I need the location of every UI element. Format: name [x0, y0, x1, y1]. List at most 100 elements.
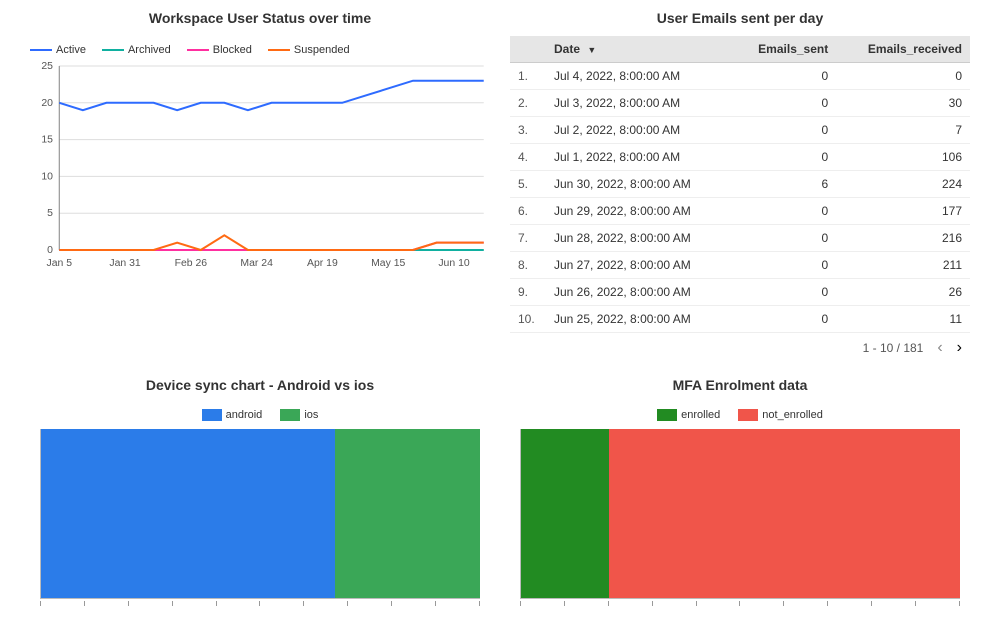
swatch-enrolled [657, 409, 677, 421]
row-recv: 30 [836, 90, 970, 117]
legend-enrolled[interactable]: enrolled [657, 409, 720, 421]
row-date: Jun 25, 2022, 8:00:00 AM [546, 306, 732, 333]
svg-text:Mar 24: Mar 24 [240, 258, 273, 269]
row-date: Jul 3, 2022, 8:00:00 AM [546, 90, 732, 117]
row-index: 10. [510, 306, 546, 333]
svg-text:Jun 10: Jun 10 [438, 258, 470, 269]
segment-android[interactable] [41, 429, 335, 598]
table-row[interactable]: 3.Jul 2, 2022, 8:00:00 AM07 [510, 117, 970, 144]
row-index: 9. [510, 279, 546, 306]
row-recv: 211 [836, 252, 970, 279]
mfa-chart[interactable] [510, 429, 970, 629]
row-index: 6. [510, 198, 546, 225]
mfa-legend: enrolled not_enrolled [510, 409, 970, 421]
row-index: 3. [510, 117, 546, 144]
line-chart[interactable]: 0510152025Jan 5Jan 31Feb 26Mar 24Apr 19M… [30, 60, 490, 270]
panel-user-status: Workspace User Status over time Active A… [30, 10, 490, 357]
svg-text:20: 20 [41, 98, 53, 109]
legend-suspended[interactable]: Suspended [268, 44, 350, 56]
device-legend: android ios [30, 409, 490, 421]
svg-text:15: 15 [41, 135, 53, 146]
swatch-android [202, 409, 222, 421]
panel-title: MFA Enrolment data [510, 377, 970, 393]
legend-label: not_enrolled [762, 409, 823, 421]
row-recv: 11 [836, 306, 970, 333]
row-index: 2. [510, 90, 546, 117]
row-recv: 7 [836, 117, 970, 144]
table-row[interactable]: 4.Jul 1, 2022, 8:00:00 AM0106 [510, 144, 970, 171]
segment-enrolled[interactable] [521, 429, 609, 598]
row-sent: 0 [732, 198, 837, 225]
svg-text:0: 0 [47, 245, 53, 256]
row-recv: 26 [836, 279, 970, 306]
row-index: 8. [510, 252, 546, 279]
row-date: Jun 27, 2022, 8:00:00 AM [546, 252, 732, 279]
row-index: 4. [510, 144, 546, 171]
swatch-archived [102, 49, 124, 51]
swatch-ios [280, 409, 300, 421]
row-date: Jul 1, 2022, 8:00:00 AM [546, 144, 732, 171]
legend-blocked[interactable]: Blocked [187, 44, 252, 56]
svg-text:May 15: May 15 [371, 258, 406, 269]
pager-prev-icon[interactable]: ‹ [937, 339, 942, 357]
legend-archived[interactable]: Archived [102, 44, 171, 56]
row-date: Jun 29, 2022, 8:00:00 AM [546, 198, 732, 225]
row-recv: 224 [836, 171, 970, 198]
swatch-active [30, 49, 52, 51]
col-recv[interactable]: Emails_received [836, 36, 970, 63]
svg-text:10: 10 [41, 172, 53, 183]
pager-next-icon[interactable]: › [957, 339, 962, 357]
row-sent: 0 [732, 279, 837, 306]
table-row[interactable]: 8.Jun 27, 2022, 8:00:00 AM0211 [510, 252, 970, 279]
col-date[interactable]: Date ▼ [546, 36, 732, 63]
pager-range: 1 - 10 / 181 [863, 341, 924, 355]
sort-desc-icon: ▼ [587, 45, 596, 55]
row-index: 5. [510, 171, 546, 198]
svg-text:Jan 5: Jan 5 [46, 258, 72, 269]
legend-label: android [226, 409, 263, 421]
legend-not-enrolled[interactable]: not_enrolled [738, 409, 823, 421]
row-date: Jun 28, 2022, 8:00:00 AM [546, 225, 732, 252]
row-sent: 0 [732, 225, 837, 252]
panel-mfa: MFA Enrolment data enrolled not_enrolled [510, 377, 970, 629]
row-date: Jun 26, 2022, 8:00:00 AM [546, 279, 732, 306]
segment-ios[interactable] [335, 429, 480, 598]
svg-text:25: 25 [41, 61, 53, 72]
row-recv: 106 [836, 144, 970, 171]
legend-label: enrolled [681, 409, 720, 421]
legend-android[interactable]: android [202, 409, 263, 421]
legend-label: Blocked [213, 44, 252, 56]
row-date: Jul 2, 2022, 8:00:00 AM [546, 117, 732, 144]
svg-text:Feb 26: Feb 26 [175, 258, 208, 269]
svg-text:Apr 19: Apr 19 [307, 258, 338, 269]
segment-not_enrolled[interactable] [609, 429, 960, 598]
legend-active[interactable]: Active [30, 44, 86, 56]
table-row[interactable]: 7.Jun 28, 2022, 8:00:00 AM0216 [510, 225, 970, 252]
panel-title: User Emails sent per day [510, 10, 970, 26]
table-row[interactable]: 2.Jul 3, 2022, 8:00:00 AM030 [510, 90, 970, 117]
col-idx[interactable] [510, 36, 546, 63]
row-sent: 0 [732, 144, 837, 171]
row-index: 7. [510, 225, 546, 252]
row-recv: 0 [836, 63, 970, 90]
table-row[interactable]: 10.Jun 25, 2022, 8:00:00 AM011 [510, 306, 970, 333]
swatch-blocked [187, 49, 209, 51]
row-sent: 0 [732, 252, 837, 279]
row-sent: 0 [732, 306, 837, 333]
svg-text:5: 5 [47, 208, 53, 219]
table-row[interactable]: 5.Jun 30, 2022, 8:00:00 AM6224 [510, 171, 970, 198]
row-recv: 177 [836, 198, 970, 225]
row-date: Jun 30, 2022, 8:00:00 AM [546, 171, 732, 198]
device-chart[interactable] [30, 429, 490, 629]
table-row[interactable]: 6.Jun 29, 2022, 8:00:00 AM0177 [510, 198, 970, 225]
legend-ios[interactable]: ios [280, 409, 318, 421]
pager: 1 - 10 / 181 ‹ › [510, 333, 970, 357]
col-sent[interactable]: Emails_sent [732, 36, 837, 63]
legend-label: ios [304, 409, 318, 421]
table-row[interactable]: 1.Jul 4, 2022, 8:00:00 AM00 [510, 63, 970, 90]
table-row[interactable]: 9.Jun 26, 2022, 8:00:00 AM026 [510, 279, 970, 306]
panel-emails: User Emails sent per day Date ▼ Emails_s… [510, 10, 970, 357]
row-sent: 0 [732, 90, 837, 117]
swatch-suspended [268, 49, 290, 51]
row-sent: 6 [732, 171, 837, 198]
